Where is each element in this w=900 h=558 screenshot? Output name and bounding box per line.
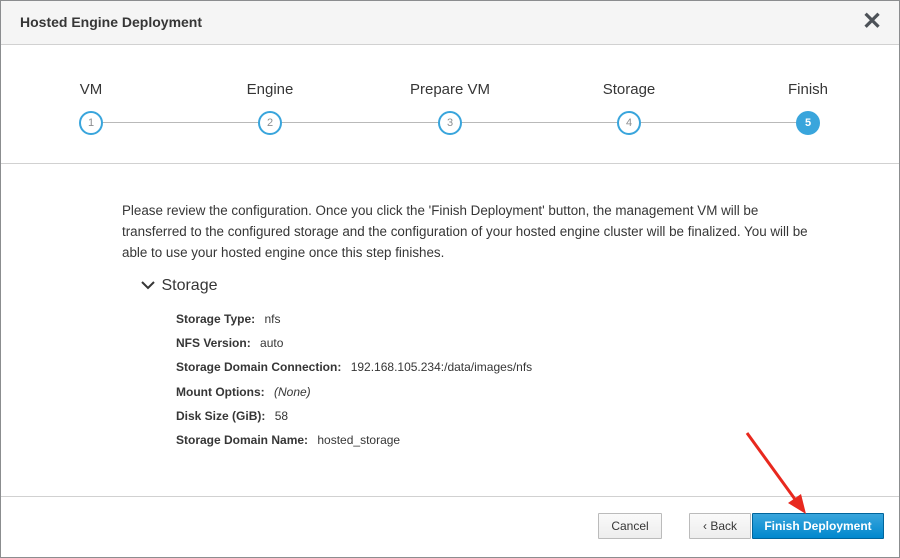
chevron-down-icon (141, 278, 157, 293)
step-label-engine: Engine (246, 81, 294, 98)
detail-row: Storage Type: nfs (176, 309, 532, 333)
step-circle-4[interactable]: 4 (617, 111, 641, 135)
detail-row: Mount Options: (None) (176, 382, 532, 406)
detail-label: Disk Size (GiB): (176, 408, 266, 423)
wizard-steps: VM 1 Engine 2 Prepare VM 3 Storage 4 Fin… (1, 45, 899, 164)
detail-label: Storage Type: (176, 312, 256, 326)
detail-row: NFS Version: auto (176, 333, 532, 357)
step-circle-2[interactable]: 2 (258, 111, 282, 135)
step-circle-1[interactable]: 1 (79, 111, 103, 135)
detail-value: hosted_storage (317, 432, 401, 447)
detail-row: Storage Domain Connection: 192.168.105.2… (176, 357, 532, 381)
storage-section-toggle[interactable]: Storage (141, 277, 218, 295)
dialog-footer: Cancel ‹ Back Finish Deployment (1, 496, 899, 558)
dialog-title: Hosted Engine Deployment (20, 14, 203, 30)
detail-value: 58 (274, 408, 289, 423)
detail-value: (None) (273, 384, 311, 399)
hosted-engine-dialog: Hosted Engine Deployment ✕ VM 1 Engine 2… (0, 0, 900, 558)
dialog-header: Hosted Engine Deployment ✕ (1, 1, 899, 45)
back-button[interactable]: ‹ Back (689, 513, 751, 539)
detail-label: NFS Version: (176, 336, 251, 351)
detail-label: Storage Domain Connection: (176, 360, 342, 375)
step-label-storage: Storage (602, 81, 656, 98)
cancel-button[interactable]: Cancel (598, 513, 662, 539)
detail-label: Storage Domain Name: (176, 432, 309, 447)
detail-value: 192.168.105.234:/data/images/nfs (350, 360, 533, 375)
detail-row: Storage Domain Name: hosted_storage (176, 430, 532, 454)
detail-label: Mount Options: (176, 384, 265, 399)
step-label-prepare-vm: Prepare VM (409, 81, 491, 98)
detail-value: auto (260, 336, 284, 351)
close-icon[interactable]: ✕ (861, 9, 883, 35)
finish-deployment-button[interactable]: Finish Deployment (752, 513, 884, 539)
storage-section-title: Storage (161, 277, 218, 294)
review-intro-text: Please review the configuration. Once yo… (122, 203, 808, 260)
step-label-finish: Finish (787, 81, 829, 98)
step-circle-5[interactable]: 5 (796, 111, 820, 135)
detail-value: nfs (264, 312, 281, 326)
storage-details: Storage Type: nfs NFS Version: auto Stor… (176, 309, 532, 454)
step-label-vm: VM (79, 81, 103, 98)
step-circle-3[interactable]: 3 (438, 111, 462, 135)
review-content: Please review the configuration. Once yo… (1, 164, 899, 496)
detail-row: Disk Size (GiB): 58 (176, 406, 532, 430)
